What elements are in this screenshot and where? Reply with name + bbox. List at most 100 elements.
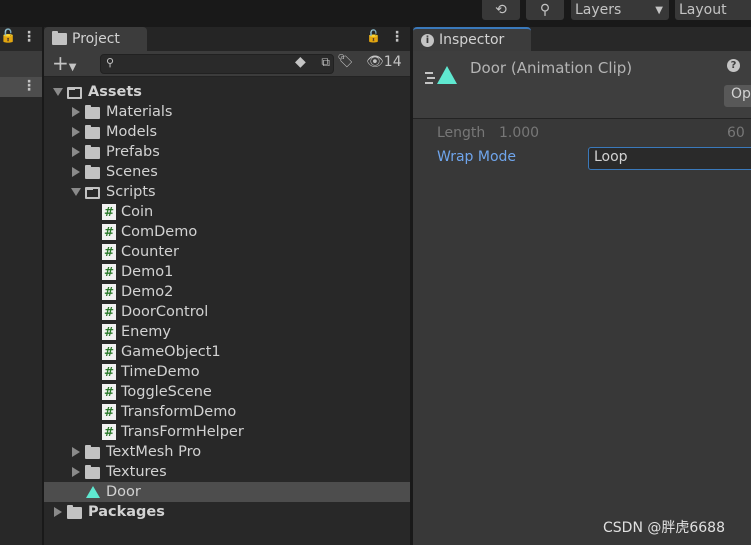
- tree-item[interactable]: Models: [44, 122, 410, 142]
- wrap-mode-value: Loop: [594, 149, 628, 165]
- tree-item-label: Door: [106, 484, 141, 500]
- csharp-script-icon: #: [102, 224, 116, 240]
- wrap-mode-dropdown[interactable]: Loop: [588, 147, 751, 170]
- help-icon[interactable]: ?: [727, 59, 740, 72]
- tree-item[interactable]: Assets: [44, 82, 410, 102]
- layers-dropdown[interactable]: Layers ▼: [571, 0, 669, 20]
- length-label: Length: [437, 125, 486, 141]
- tree-item[interactable]: # GameObject1: [44, 342, 410, 362]
- tree-item[interactable]: # TransFormHelper: [44, 422, 410, 442]
- animation-clip-icon: [86, 486, 100, 498]
- tree-item[interactable]: # TimeDemo: [44, 362, 410, 382]
- chevron-down-icon: ▼: [655, 4, 663, 16]
- tree-item-label: ComDemo: [121, 224, 198, 240]
- tree-item-label: Enemy: [121, 324, 171, 340]
- tree-item-label: Packages: [88, 504, 165, 520]
- tab-project[interactable]: Project: [44, 27, 147, 51]
- csharp-script-icon: #: [102, 424, 116, 440]
- tree-item-label: TimeDemo: [121, 364, 200, 380]
- search-button[interactable]: ⚲: [526, 0, 564, 20]
- tree-item[interactable]: # Demo2: [44, 282, 410, 302]
- folder-icon: [85, 145, 100, 159]
- more-icon[interactable]: ⋮: [22, 29, 36, 45]
- csharp-script-icon: #: [102, 264, 116, 280]
- filter-by-type-icon[interactable]: ◆: [295, 54, 306, 70]
- tree-item[interactable]: # Enemy: [44, 322, 410, 342]
- expanded-arrow-icon[interactable]: [71, 188, 81, 196]
- more-icon[interactable]: ⋮: [390, 29, 404, 45]
- tree-item-label: Prefabs: [106, 144, 160, 160]
- collapsed-arrow-icon[interactable]: [72, 167, 80, 177]
- history-icon: ⟲: [495, 2, 507, 18]
- tree-item[interactable]: Materials: [44, 102, 410, 122]
- collapsed-arrow-icon[interactable]: [72, 147, 80, 157]
- tree-item-label: Demo2: [121, 284, 174, 300]
- csharp-script-icon: #: [102, 404, 116, 420]
- filter-by-label-icon[interactable]: 🏷: [337, 54, 354, 69]
- create-button[interactable]: +▼: [52, 51, 76, 80]
- tree-item[interactable]: # Demo1: [44, 262, 410, 282]
- tab-inspector[interactable]: i Inspector: [413, 27, 531, 51]
- wrap-mode-label: Wrap Mode: [437, 149, 517, 165]
- folder-icon: [85, 165, 100, 179]
- csharp-script-icon: #: [102, 304, 116, 320]
- tree-item-label: Coin: [121, 204, 154, 220]
- layout-label: Layout: [679, 2, 727, 18]
- inspector-panel: i Inspector Door (Animation Clip) ? Op L…: [413, 27, 751, 545]
- tree-item-label: Demo1: [121, 264, 174, 280]
- tree-item[interactable]: Door: [44, 482, 410, 502]
- collapsed-arrow-icon[interactable]: [54, 507, 62, 517]
- layout-dropdown[interactable]: Layout: [675, 0, 751, 20]
- csharp-script-icon: #: [102, 384, 116, 400]
- collapsed-arrow-icon[interactable]: [72, 127, 80, 137]
- expanded-arrow-icon[interactable]: [53, 88, 63, 96]
- tree-item-label: TransformDemo: [121, 404, 237, 420]
- tree-item[interactable]: # DoorControl: [44, 302, 410, 322]
- tree-item-label: TextMesh Pro: [106, 444, 202, 460]
- csharp-script-icon: #: [102, 284, 116, 300]
- collapsed-arrow-icon[interactable]: [72, 467, 80, 477]
- search-in-window-icon[interactable]: ⧉: [321, 55, 330, 70]
- row-more-icon[interactable]: ⋮: [22, 78, 36, 94]
- inspector-header: Door (Animation Clip) ? Op: [413, 51, 751, 119]
- csharp-script-icon: #: [102, 344, 116, 360]
- tree-item-label: Counter: [121, 244, 179, 260]
- watermark: CSDN @胖虎6688: [603, 520, 725, 536]
- tree-item[interactable]: # ComDemo: [44, 222, 410, 242]
- tree-item[interactable]: # ToggleScene: [44, 382, 410, 402]
- open-button[interactable]: Op: [724, 85, 751, 107]
- hidden-packages-toggle[interactable]: 👁 14: [366, 54, 402, 70]
- tree-item-label: Assets: [88, 84, 142, 100]
- project-panel: Project 🔓 ⋮ +▼ ⚲ ⧉ ◆ 🏷 👁 14 Assets Materia…: [44, 27, 410, 545]
- tree-item-label: DoorControl: [121, 304, 209, 320]
- folder-icon: [52, 31, 67, 45]
- csharp-script-icon: #: [102, 324, 116, 340]
- folder-open-icon: [67, 87, 82, 99]
- lock-icon[interactable]: 🔓: [0, 29, 16, 44]
- lock-icon[interactable]: 🔓: [366, 29, 381, 43]
- tree-item[interactable]: Scripts: [44, 182, 410, 202]
- tree-item[interactable]: # Counter: [44, 242, 410, 262]
- tree-item[interactable]: # Coin: [44, 202, 410, 222]
- collapsed-arrow-icon[interactable]: [72, 447, 80, 457]
- asset-title: Door (Animation Clip): [470, 59, 633, 77]
- tree-item[interactable]: Prefabs: [44, 142, 410, 162]
- folder-icon: [85, 125, 100, 139]
- tree-item[interactable]: Scenes: [44, 162, 410, 182]
- tree-item[interactable]: # TransformDemo: [44, 402, 410, 422]
- search-icon: ⚲: [106, 56, 115, 69]
- tree-item[interactable]: Textures: [44, 462, 410, 482]
- tree-item-label: Models: [106, 124, 158, 140]
- history-button[interactable]: ⟲: [482, 0, 520, 20]
- tree-item-label: Textures: [106, 464, 167, 480]
- tree-item[interactable]: TextMesh Pro: [44, 442, 410, 462]
- collapsed-arrow-icon[interactable]: [72, 107, 80, 117]
- length-value: 1.000: [499, 125, 540, 141]
- tree-item-label: ToggleScene: [121, 384, 212, 400]
- tree-item-label: Scenes: [106, 164, 158, 180]
- csharp-script-icon: #: [102, 244, 116, 260]
- tree-item[interactable]: Packages: [44, 502, 410, 522]
- folder-icon: [85, 445, 100, 459]
- tree-item-label: Materials: [106, 104, 173, 120]
- folder-open-icon: [85, 187, 100, 199]
